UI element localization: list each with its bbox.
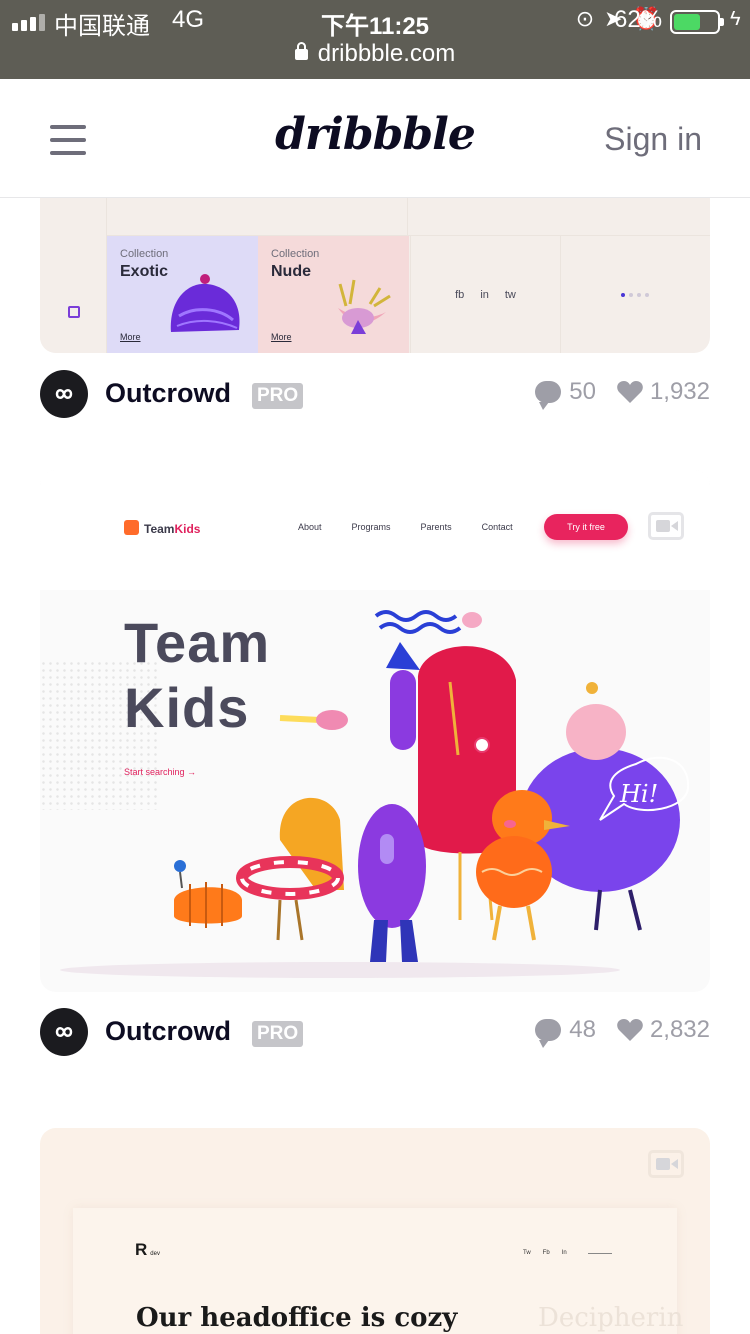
pro-badge: PRO xyxy=(252,1021,304,1047)
infinity-icon xyxy=(55,389,73,399)
like-count: 1,932 xyxy=(649,378,710,405)
shot-thumbnail[interactable]: Rdev Tw Fb In Our headoffice is cozy Dec… xyxy=(40,1128,710,1334)
mock-navbar: TeamKids About Programs Parents Contact … xyxy=(40,470,710,590)
shopping-bag-icon xyxy=(68,306,80,318)
mock-logo: Rdev xyxy=(135,1240,160,1259)
rotation-lock-icon: ⊙ xyxy=(575,6,595,31)
author-name[interactable]: Outcrowd xyxy=(105,378,231,409)
url-text: dribbble.com xyxy=(317,40,456,67)
pro-badge: PRO xyxy=(252,383,304,409)
comment-count: 48 xyxy=(569,1016,596,1043)
comment-count: 50 xyxy=(569,378,596,405)
comment-icon xyxy=(535,1019,562,1048)
collection-tile-nude: Collection Nude More xyxy=(258,236,409,353)
mock-ghost-text: Decipherin xyxy=(538,1303,684,1333)
charging-bolt-icon: ϟ xyxy=(730,8,741,30)
status-bar: 中国联通 4G 下午11:25 ⊙ ➤ ⏰ 62% ϟ xyxy=(0,6,750,40)
video-icon xyxy=(648,512,684,540)
monster-characters-illustration: Hi! xyxy=(60,610,690,978)
address-bar[interactable]: dribbble.com xyxy=(0,40,750,68)
site-header: dribbble Sign in xyxy=(0,79,750,198)
mock-cta-button: Try it free xyxy=(544,514,628,540)
heart-icon[interactable] xyxy=(616,380,644,404)
browser-chrome: 中国联通 4G 下午11:25 ⊙ ➤ ⏰ 62% ϟ dribbble.com xyxy=(0,0,750,79)
shot-meta: Outcrowd PRO 50 1,932 xyxy=(40,370,710,420)
comment-icon xyxy=(535,381,562,410)
mock-headline: Our headoffice is cozy xyxy=(136,1303,458,1333)
heart-icon[interactable] xyxy=(616,1018,644,1042)
svg-text:Hi!: Hi! xyxy=(619,780,658,808)
collection-tile-exotic: Collection Exotic More xyxy=(107,236,258,353)
infinity-icon xyxy=(55,1027,73,1037)
pagination-dots xyxy=(560,236,710,353)
mock-nav-links: About Programs Parents Contact xyxy=(298,522,513,532)
shot-meta: Outcrowd PRO 48 2,832 xyxy=(40,1008,710,1058)
mock-social-links: Tw Fb In xyxy=(523,1250,567,1256)
like-count: 2,832 xyxy=(649,1016,710,1043)
social-links: fb in tw xyxy=(410,236,560,353)
avatar[interactable] xyxy=(40,370,88,418)
battery-fill xyxy=(674,14,700,30)
signin-link[interactable]: Sign in xyxy=(604,121,702,158)
mock-page-preview: Rdev Tw Fb In Our headoffice is cozy Dec… xyxy=(73,1208,683,1334)
author-name[interactable]: Outcrowd xyxy=(105,1016,231,1047)
avatar[interactable] xyxy=(40,1008,88,1056)
lock-icon xyxy=(294,42,308,60)
shot-thumbnail[interactable]: Collection Exotic More Collection Nude M… xyxy=(40,198,710,353)
teamkids-logo: TeamKids xyxy=(124,520,200,536)
video-icon xyxy=(648,1150,684,1178)
battery-icon xyxy=(670,10,724,34)
shot-thumbnail[interactable]: TeamKids About Programs Parents Contact … xyxy=(40,470,710,992)
battery-percent: 62% xyxy=(614,6,663,33)
